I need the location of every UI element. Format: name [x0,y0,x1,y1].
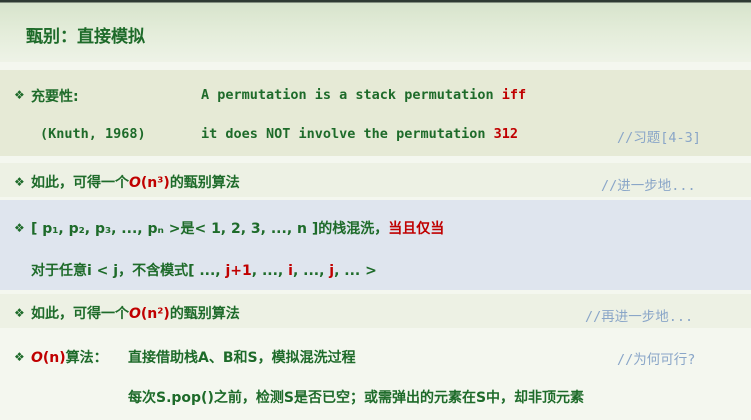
section-linear [0,334,751,420]
pattern-sep-2: , ..., [292,263,330,279]
diamond-bullet-icon: ❖ [14,221,25,235]
iff-chinese: 当且仅当 [388,221,445,237]
n2-text-post: 的甄别算法 [169,306,240,322]
comment-further: //进一步地... [601,178,696,194]
iff-keyword: iff [501,87,527,103]
complexity-n: (n) [42,350,66,366]
complexity-n2: (n²) [140,306,170,322]
algorithm-label: 算法： [65,350,108,366]
pattern-line-2: 对于任意i < j，不含模式[ ..., j+1, ..., i, ..., j… [31,260,377,280]
comment-exercise: //习题[4-3] [617,130,701,146]
page-title: 甄别：直接模拟 [26,27,145,47]
big-o-symbol: O [129,306,141,322]
pattern-line-1: [ p₁, p₂, p₃, ..., pₙ >是< 1, 2, 3, ..., … [31,218,444,238]
n3-text-post: 的甄别算法 [169,175,240,191]
n2-text-pre: 如此，可得一个 [31,306,129,322]
pop-check-line: 每次S.pop()之前，检测S是否已空；或需弹出的元素在S中，却非顶元素 [128,390,585,406]
pattern-end: , ... > [334,263,377,279]
citation: (Knuth, 1968) [40,126,146,142]
pattern-j1: j+1 [225,263,252,279]
complexity-n3: (n³) [140,175,170,191]
pattern-condition: [ p₁, p₂, p₃, ..., pₙ >是< 1, 2, 3, ..., … [31,221,389,237]
diamond-bullet-icon: ❖ [14,88,25,102]
n3-text-pre: 如此，可得一个 [31,175,129,191]
big-o-symbol: O [31,350,43,366]
theorem-text-1: A permutation is a stack permutation [201,87,502,103]
theorem-text-2: it does NOT involve the permutation [201,126,494,142]
linear-algorithm-desc: 直接借助栈A、B和S，模拟混洗过程 [128,350,356,366]
theorem-line-2: it does NOT involve the permutation 312 [201,126,518,142]
theorem-line-1: A permutation is a stack permutation iff [201,87,526,103]
comment-why-works: //为何可行? [617,352,696,368]
diamond-bullet-icon: ❖ [14,306,25,320]
pattern-sep-1: , ..., [251,263,289,279]
n3-algorithm-line: 如此，可得一个O(n³)的甄别算法 [31,172,240,192]
linear-algorithm-line: O(n)算法： [31,347,108,367]
diamond-bullet-icon: ❖ [14,350,25,364]
n2-algorithm-line: 如此，可得一个O(n²)的甄别算法 [31,303,240,323]
pattern-text: 对于任意i < j，不含模式[ ..., [31,263,226,279]
pattern-312: 312 [493,126,518,142]
diamond-bullet-icon: ❖ [14,175,25,189]
comment-further-again: //再进一步地... [585,309,694,325]
big-o-symbol: O [129,175,141,191]
sufficiency-label: 充要性: [31,89,79,105]
